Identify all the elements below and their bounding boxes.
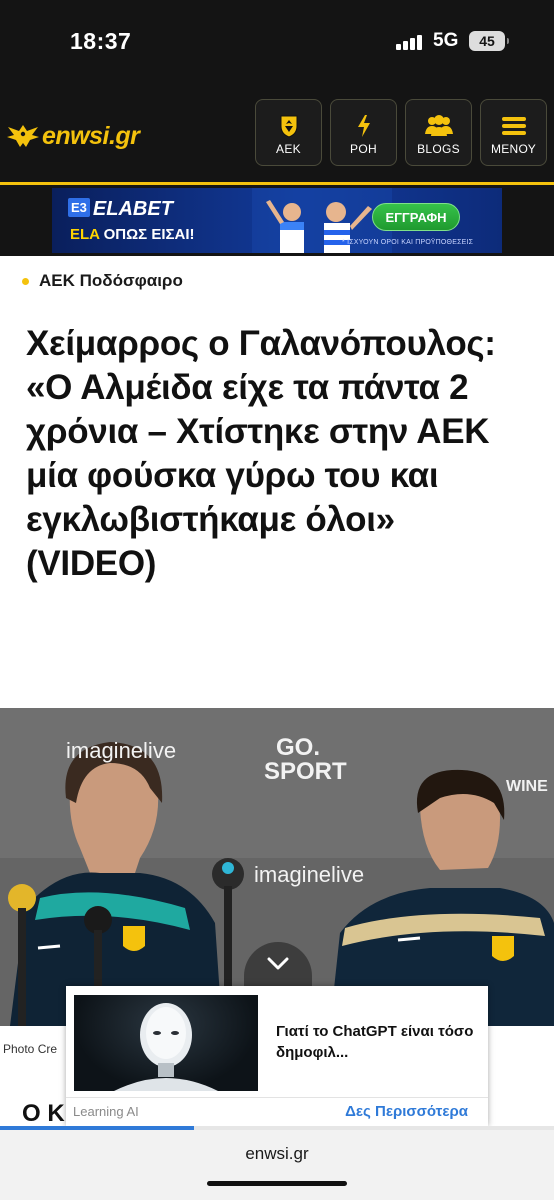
browser-bottom-bar: enwsi.gr: [0, 1130, 554, 1200]
ad-brand-text: ELABET: [92, 198, 173, 220]
nav-feed-button[interactable]: ΡΟΗ: [330, 99, 397, 166]
ad-divider: [66, 1097, 488, 1098]
photo-watermark-imaginelive-2: imaginelive: [254, 862, 365, 887]
hamburger-menu-icon: [481, 112, 546, 140]
ad-strip: E3 ELABET ELA ΟΠΩΣ ΕΙΣΑΙ! ΕΓΓΡΑΦΗ * ΙΣΧΥΟ…: [0, 185, 554, 256]
article-subheading: Ο Κ: [22, 1100, 65, 1127]
ad-see-more-link[interactable]: Δες Περισσότερα: [345, 1103, 468, 1120]
category-label: ΑΕΚ Ποδόσφαιρο: [39, 271, 183, 290]
status-time: 18:37: [70, 28, 132, 54]
battery-icon: 45: [469, 31, 509, 51]
category-dot: [22, 277, 29, 285]
nav-blogs-button[interactable]: BLOGS: [405, 99, 472, 166]
floating-ad-card[interactable]: Γιατί το ChatGPT είναι τόσο δημοφιλ... L…: [66, 986, 488, 1126]
screen: 18:37 5G 45 enwsi.gr ΑΕΚ ΡΟΗ BLOGS ΜΕΝΟΥ…: [0, 0, 554, 1200]
nav-menu-button[interactable]: ΜΕΝΟΥ: [480, 99, 547, 166]
ad-brand: E3 ELABET: [68, 198, 173, 221]
ad-register-button[interactable]: ΕΓΓΡΑΦΗ: [372, 203, 460, 231]
ad-slogan-rest: ΟΠΩΣ ΕΙΣΑΙ!: [99, 226, 195, 243]
chevron-down-icon: [267, 957, 289, 970]
photo-watermark-imaginelive: imaginelive: [66, 738, 177, 763]
network-type: 5G: [433, 30, 459, 51]
lightning-icon: [331, 112, 396, 140]
logo-text: enwsi.gr: [42, 121, 140, 150]
nav-aek-label: ΑΕΚ: [276, 142, 301, 156]
eagle-logo-icon: [7, 125, 39, 147]
photo-watermark-sport: SPORT: [264, 758, 347, 785]
nav-feed-label: ΡΟΗ: [350, 142, 377, 156]
users-icon: [406, 112, 471, 140]
ad-slogan-highlight: ELA: [70, 226, 100, 243]
nav-blogs-label: BLOGS: [417, 142, 460, 156]
ad-source: Learning AI: [73, 1104, 139, 1119]
address-bar[interactable]: enwsi.gr: [0, 1144, 554, 1164]
signal-icon: [396, 34, 426, 50]
aek-crest-icon: [256, 112, 321, 140]
article-category[interactable]: ΑΕΚ Ποδόσφαιρο: [22, 271, 183, 291]
photo-watermark-wine: WINE: [506, 778, 548, 795]
photo-credit: Photo Cre: [3, 1042, 58, 1056]
ad-title[interactable]: Γιατί το ChatGPT είναι τόσο δημοφιλ...: [276, 1021, 476, 1063]
ad-robot-image: [74, 995, 258, 1091]
status-bar: 18:37 5G 45: [0, 0, 554, 90]
ad-fine-print: * ΙΣΧΥΟΥΝ ΟΡΟΙ ΚΑΙ ΠΡΟΫΠΟΘΕΣΕΙΣ: [342, 239, 474, 246]
ad-brand-badge: E3: [68, 198, 90, 217]
article-headline: Χείμαρρος ο Γαλανόπουλος: «Ο Αλμέιδα είχ…: [26, 324, 496, 583]
battery-level: 45: [479, 33, 495, 49]
photo-watermark-go: GO.: [276, 734, 321, 761]
site-header: enwsi.gr ΑΕΚ ΡΟΗ BLOGS ΜΕΝΟΥ: [0, 90, 554, 182]
nav-aek-button[interactable]: ΑΕΚ: [255, 99, 322, 166]
home-indicator[interactable]: [207, 1181, 347, 1186]
nav-menu-label: ΜΕΝΟΥ: [490, 142, 537, 156]
ad-slogan: ELA ΟΠΩΣ ΕΙΣΑΙ!: [70, 226, 195, 243]
elabet-banner-ad[interactable]: E3 ELABET ELA ΟΠΩΣ ΕΙΣΑΙ! ΕΓΓΡΑΦΗ * ΙΣΧΥΟ…: [52, 188, 502, 253]
site-logo[interactable]: enwsi.gr: [6, 120, 140, 152]
